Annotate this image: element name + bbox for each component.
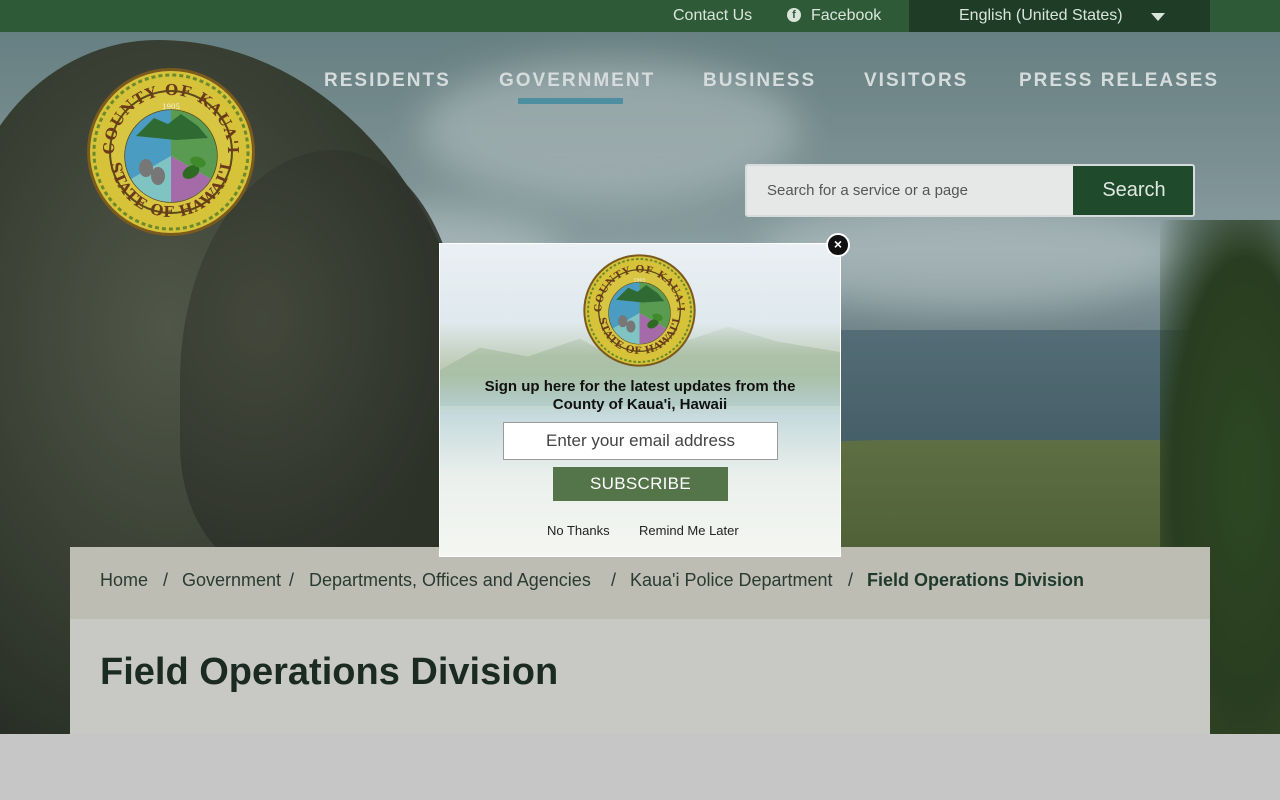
breadcrumb: Home / Government / Departments, Offices…: [70, 547, 1210, 619]
page-background: [0, 734, 1280, 800]
facebook-icon: f: [787, 8, 801, 22]
language-selector[interactable]: English (United States): [909, 0, 1210, 32]
contact-us-link[interactable]: Contact Us: [673, 7, 752, 25]
utility-bar: Contact Us f Facebook English (United St…: [0, 0, 1280, 32]
email-field[interactable]: [503, 422, 778, 460]
nav-government[interactable]: GOVERNMENT: [499, 70, 655, 92]
nav-active-indicator: [518, 98, 623, 104]
nav-press-releases[interactable]: PRESS RELEASES: [1019, 70, 1219, 92]
subscribe-button[interactable]: SUBSCRIBE: [553, 467, 728, 501]
page-title: Field Operations Division: [100, 651, 559, 693]
breadcrumb-separator: /: [289, 570, 295, 590]
search-button[interactable]: Search: [1073, 166, 1193, 215]
content-panel: Field Operations Division: [70, 619, 1210, 734]
nav-visitors[interactable]: VISITORS: [864, 70, 968, 92]
breadcrumb-police-department[interactable]: Kaua'i Police Department: [630, 570, 833, 591]
breadcrumb-separator: /: [163, 570, 169, 590]
breadcrumb-government[interactable]: Government: [182, 570, 281, 591]
breadcrumb-current: Field Operations Division: [867, 570, 1085, 590]
breadcrumb-departments[interactable]: Departments, Offices and Agencies: [309, 570, 591, 591]
breadcrumb-home[interactable]: Home: [100, 570, 148, 591]
no-thanks-link[interactable]: No Thanks: [547, 523, 610, 538]
signup-modal: COUNTY OF KAUA'I STATE OF HAWAI'I 1905 S…: [440, 244, 840, 556]
nav-residents[interactable]: RESIDENTS: [324, 70, 451, 92]
nav-business[interactable]: BUSINESS: [703, 70, 816, 92]
site-search: Search: [745, 164, 1195, 217]
breadcrumb-separator: /: [848, 570, 854, 590]
remind-me-later-link[interactable]: Remind Me Later: [639, 523, 739, 538]
search-input[interactable]: [747, 166, 1073, 215]
language-label: English (United States): [959, 7, 1123, 24]
svg-text:1905: 1905: [162, 103, 180, 111]
chevron-down-icon: [1151, 13, 1165, 21]
svg-text:1905: 1905: [634, 278, 646, 284]
facebook-link[interactable]: Facebook: [811, 7, 881, 25]
county-seal-logo[interactable]: COUNTY OF KAUA'I STATE OF HAWAI'I 1905: [86, 66, 256, 238]
signup-message: Sign up here for the latest updates from…: [484, 378, 796, 413]
close-icon[interactable]: ×: [826, 233, 850, 257]
county-seal-logo: COUNTY OF KAUA'I STATE OF HAWAI'I 1905: [583, 254, 696, 367]
breadcrumb-separator: /: [611, 570, 617, 590]
